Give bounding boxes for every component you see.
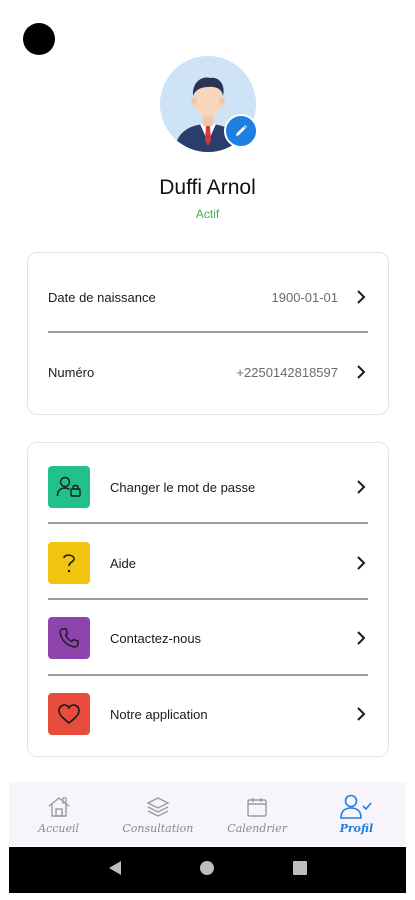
menu-item-contact[interactable]: Contactez-nous bbox=[48, 616, 368, 660]
divider bbox=[48, 331, 368, 333]
divider bbox=[48, 522, 368, 524]
user-lock-icon bbox=[48, 466, 90, 508]
settings-menu-card: Changer le mot de passe Aide Contactez-n… bbox=[27, 442, 389, 757]
nav-label: Profil bbox=[339, 821, 374, 835]
nav-label: Calendrier bbox=[227, 821, 287, 835]
system-navigation-bar bbox=[9, 847, 406, 893]
recent-apps-icon[interactable] bbox=[293, 860, 308, 880]
bottom-navigation: Accueil Consultation Calendrier Profil bbox=[9, 782, 406, 846]
birthdate-value: 1900-01-01 bbox=[271, 289, 339, 305]
home-icon bbox=[46, 794, 72, 820]
menu-item-help[interactable]: Aide bbox=[48, 541, 368, 585]
phone-number-label: Numéro bbox=[48, 364, 95, 380]
chevron-right-icon bbox=[354, 365, 368, 379]
home-circle-icon[interactable] bbox=[199, 860, 215, 881]
chevron-right-icon bbox=[354, 707, 368, 721]
calendar-icon bbox=[245, 794, 269, 820]
nav-label: Consultation bbox=[122, 821, 194, 835]
menu-item-label: Aide bbox=[110, 555, 137, 571]
menu-item-label: Notre application bbox=[110, 706, 208, 722]
camera-cutout bbox=[23, 23, 55, 55]
chevron-right-icon bbox=[354, 556, 368, 570]
nav-item-calendrier[interactable]: Calendrier bbox=[208, 782, 307, 846]
profile-avatar bbox=[160, 56, 258, 152]
pencil-icon bbox=[236, 125, 247, 136]
menu-item-our-app[interactable]: Notre application bbox=[48, 692, 368, 736]
user-name: Duffi Arnol bbox=[159, 176, 256, 199]
birthdate-row[interactable]: Date de naissance 1900-01-01 bbox=[48, 277, 368, 317]
heart-icon bbox=[48, 693, 90, 735]
menu-item-change-password[interactable]: Changer le mot de passe bbox=[48, 465, 368, 509]
personal-info-card: Date de naissance 1900-01-01 Numéro +225… bbox=[27, 252, 389, 415]
phone-number-value: +2250142818597 bbox=[236, 364, 338, 380]
layers-icon bbox=[145, 794, 171, 820]
phone-number-row[interactable]: Numéro +2250142818597 bbox=[48, 352, 368, 392]
status-badge: Actif bbox=[195, 207, 220, 221]
chevron-right-icon bbox=[354, 631, 368, 645]
nav-item-accueil[interactable]: Accueil bbox=[9, 782, 108, 846]
back-icon[interactable] bbox=[108, 860, 122, 881]
user-check-icon bbox=[339, 794, 373, 820]
chevron-right-icon bbox=[354, 480, 368, 494]
edit-avatar-button[interactable] bbox=[224, 114, 258, 148]
nav-label: Accueil bbox=[38, 821, 80, 835]
birthdate-label: Date de naissance bbox=[48, 289, 156, 305]
divider bbox=[48, 598, 368, 600]
chevron-right-icon bbox=[354, 290, 368, 304]
nav-item-consultation[interactable]: Consultation bbox=[108, 782, 207, 846]
menu-item-label: Contactez-nous bbox=[110, 630, 202, 646]
menu-item-label: Changer le mot de passe bbox=[110, 479, 256, 495]
divider bbox=[48, 674, 368, 676]
phone-icon bbox=[48, 617, 90, 659]
question-icon bbox=[48, 542, 90, 584]
nav-item-profil[interactable]: Profil bbox=[307, 782, 406, 846]
